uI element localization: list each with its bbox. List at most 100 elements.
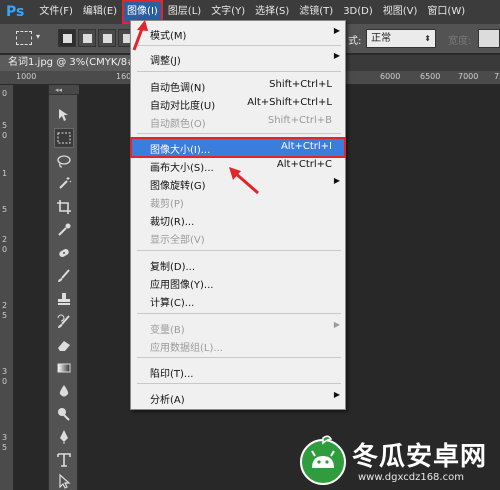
ruler-number: 5 bbox=[2, 121, 8, 130]
menu-item-label: 计算(C)... bbox=[150, 298, 195, 309]
clone-stamp-icon[interactable] bbox=[54, 289, 74, 309]
menu-window[interactable]: 窗口(W) bbox=[422, 0, 470, 24]
menu-separator bbox=[137, 357, 341, 358]
ruler-number: 5 bbox=[2, 311, 8, 320]
ruler-number: 6000 bbox=[380, 72, 401, 81]
watermark-logo-icon bbox=[300, 435, 346, 485]
width-label: 宽度: bbox=[448, 36, 472, 47]
ruler-number: 3 bbox=[2, 433, 8, 442]
history-brush-icon[interactable] bbox=[54, 312, 74, 332]
magic-wand-icon[interactable] bbox=[54, 174, 74, 194]
menu-item-label: 陷印(T)... bbox=[150, 369, 194, 380]
menu-item-crop: 裁剪(P) bbox=[132, 193, 344, 210]
ruler-number: 1 bbox=[2, 169, 8, 178]
menu-item-label: 应用数据组(L)... bbox=[150, 343, 223, 354]
menu-item-label: 自动色调(N) bbox=[150, 83, 206, 94]
menu-item-label: 变量(B) bbox=[150, 325, 185, 336]
menu-item-label: 显示全部(V) bbox=[150, 235, 205, 246]
menu-separator bbox=[137, 133, 341, 134]
ruler-number: 6500 bbox=[420, 72, 441, 81]
menu-edit[interactable]: 编辑(E) bbox=[78, 0, 122, 24]
ruler-number: 2 bbox=[2, 235, 8, 244]
menu-item-mode[interactable]: 模式(M) ▶ bbox=[132, 25, 344, 42]
submenu-arrow-icon: ▶ bbox=[333, 320, 340, 329]
marquee-preset-icon[interactable] bbox=[16, 31, 32, 45]
menu-item-shortcut: Alt+Ctrl+C bbox=[276, 159, 332, 170]
style-select[interactable]: 正常 ⬍ bbox=[366, 29, 436, 48]
menu-item-canvas-size[interactable]: 画布大小(S)... Alt+Ctrl+C bbox=[132, 157, 344, 174]
menu-item-calculations[interactable]: 计算(C)... bbox=[132, 292, 344, 309]
submenu-arrow-icon: ▶ bbox=[333, 51, 340, 60]
ruler-number: 7000 bbox=[458, 72, 479, 81]
gradient-icon[interactable] bbox=[54, 358, 74, 378]
healing-brush-icon[interactable] bbox=[54, 243, 74, 263]
watermark-url: www.dgxcdz168.com bbox=[358, 472, 464, 483]
menu-item-label: 图像旋转(G) bbox=[150, 181, 206, 192]
menu-item-label: 裁剪(P) bbox=[150, 199, 184, 210]
add-selection-button[interactable] bbox=[78, 29, 96, 47]
menu-item-trap[interactable]: 陷印(T)... bbox=[132, 363, 344, 380]
menu-item-label: 模式(M) bbox=[150, 31, 187, 42]
style-label: 式: bbox=[348, 36, 362, 47]
menu-item-analysis[interactable]: 分析(A) ▶ bbox=[132, 389, 344, 406]
ruler-number: 5 bbox=[2, 205, 8, 214]
marquee-icon[interactable] bbox=[54, 128, 74, 148]
menu-item-apply-data-set: 应用数据组(L)... bbox=[132, 337, 344, 354]
image-menu-dropdown: 模式(M) ▶ 调整(J) ▶ 自动色调(N) Shift+Ctrl+L 自动对比度(U) A… bbox=[130, 20, 346, 410]
submenu-arrow-icon: ▶ bbox=[333, 390, 340, 399]
menu-file[interactable]: 文件(F) bbox=[34, 0, 78, 24]
menu-item-auto-contrast[interactable]: 自动对比度(U) Alt+Shift+Ctrl+L bbox=[132, 95, 344, 112]
watermark-title: 冬瓜安卓网 bbox=[352, 442, 488, 472]
menu-view[interactable]: 视图(V) bbox=[378, 0, 423, 24]
ruler-number: 1000 bbox=[16, 72, 37, 81]
submenu-arrow-icon: ▶ bbox=[333, 26, 340, 35]
chevron-down-icon[interactable]: ▾ bbox=[36, 32, 40, 41]
ruler-number: 5 bbox=[2, 443, 8, 452]
double-chevron-icon: ◂◂ bbox=[55, 86, 63, 94]
menu-separator bbox=[137, 250, 341, 251]
menu-separator bbox=[137, 71, 341, 72]
width-input[interactable] bbox=[478, 29, 500, 48]
menu-item-label: 调整(J) bbox=[150, 56, 181, 67]
menu-item-label: 裁切(R)... bbox=[150, 217, 195, 228]
style-select-value: 正常 bbox=[371, 33, 391, 44]
menu-item-auto-tone[interactable]: 自动色调(N) Shift+Ctrl+L bbox=[132, 77, 344, 94]
crop-icon[interactable] bbox=[54, 197, 74, 217]
type-icon[interactable] bbox=[54, 450, 74, 470]
eyedropper-icon[interactable] bbox=[54, 220, 74, 240]
lasso-icon[interactable] bbox=[54, 151, 74, 171]
menu-item-shortcut: Shift+Ctrl+L bbox=[269, 79, 332, 90]
toolbox-grip[interactable]: ◂◂ bbox=[49, 85, 79, 95]
path-selection-icon[interactable] bbox=[54, 471, 74, 490]
menu-item-auto-color: 自动颜色(O) Shift+Ctrl+B bbox=[132, 113, 344, 130]
menu-item-adjustments[interactable]: 调整(J) ▶ bbox=[132, 50, 344, 67]
menu-item-shortcut: Alt+Ctrl+I bbox=[280, 141, 332, 152]
menu-item-variables: 变量(B) ▶ bbox=[132, 319, 344, 336]
brush-icon[interactable] bbox=[54, 266, 74, 286]
ruler-number: 0 bbox=[2, 245, 8, 254]
document-tab[interactable]: 名词1.jpg @ 3%(CMYK/8# bbox=[0, 55, 150, 71]
menu-item-image-rotation[interactable]: 图像旋转(G) ▶ bbox=[132, 175, 344, 192]
menu-item-image-size[interactable]: 图像大小(I)... Alt+Ctrl+I bbox=[130, 137, 346, 158]
menu-item-label: 应用图像(Y)... bbox=[150, 280, 214, 291]
new-selection-button[interactable] bbox=[58, 29, 76, 47]
ruler-number: 0 bbox=[2, 377, 8, 386]
menu-item-reveal-all: 显示全部(V) bbox=[132, 229, 344, 246]
blur-icon[interactable] bbox=[54, 381, 74, 401]
vertical-ruler[interactable]: 0 5 0 1 5 2 0 2 5 3 0 3 5 bbox=[0, 85, 14, 490]
menu-item-label: 自动对比度(U) bbox=[150, 101, 216, 112]
ruler-number: 2 bbox=[2, 301, 8, 310]
ruler-number: 0 bbox=[2, 89, 8, 98]
pen-icon[interactable] bbox=[54, 427, 74, 447]
menu-item-label: 自动颜色(O) bbox=[150, 119, 206, 130]
menu-item-apply-image[interactable]: 应用图像(Y)... bbox=[132, 274, 344, 291]
toolbox: ◂◂ bbox=[48, 85, 79, 490]
menu-item-trim[interactable]: 裁切(R)... bbox=[132, 211, 344, 228]
menu-separator bbox=[137, 45, 341, 46]
move-icon[interactable] bbox=[54, 105, 74, 125]
menu-item-label: 分析(A) bbox=[150, 395, 185, 406]
eraser-icon[interactable] bbox=[54, 335, 74, 355]
menu-item-duplicate[interactable]: 复制(D)... bbox=[132, 256, 344, 273]
subtract-selection-button[interactable] bbox=[98, 29, 116, 47]
dodge-icon[interactable] bbox=[54, 404, 74, 424]
